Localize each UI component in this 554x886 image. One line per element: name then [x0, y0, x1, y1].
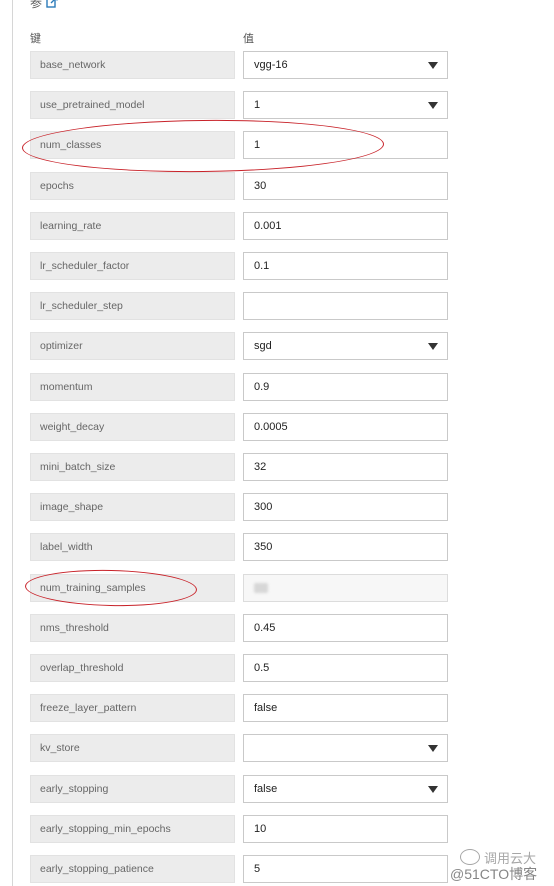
param-key-label: use_pretrained_model: [30, 91, 235, 119]
param-value-input[interactable]: false: [243, 694, 448, 722]
param-key-label: image_shape: [30, 493, 235, 521]
param-row: base_network vgg-16: [30, 51, 450, 81]
caret-down-icon: [428, 62, 438, 69]
param-value-input[interactable]: 5: [243, 855, 448, 883]
param-row: weight_decay 0.0005: [30, 413, 450, 443]
watermark-bottom-text: @51CTO博客: [450, 866, 538, 882]
param-value-input[interactable]: 10: [243, 815, 448, 843]
param-row: epochs 30: [30, 172, 450, 202]
section-title: 参: [30, 0, 58, 10]
param-key-label: label_width: [30, 533, 235, 561]
select-value-text: 1: [254, 99, 261, 111]
param-value-input[interactable]: [243, 292, 448, 320]
caret-down-icon: [428, 786, 438, 793]
param-row: num_classes 1: [30, 131, 450, 161]
param-row: freeze_layer_pattern false: [30, 694, 450, 724]
param-key-label: epochs: [30, 172, 235, 200]
wechat-icon: [460, 849, 480, 865]
param-value-input[interactable]: 0.5: [243, 654, 448, 682]
left-divider: [12, 0, 13, 886]
param-row: overlap_threshold 0.5: [30, 654, 450, 684]
param-row: kv_store: [30, 734, 450, 764]
param-row: early_stopping_min_epochs 10: [30, 815, 450, 845]
select-value-text: vgg-16: [254, 59, 288, 71]
param-value-input[interactable]: 0.45: [243, 614, 448, 642]
edit-external-icon[interactable]: [46, 0, 58, 8]
param-key-label: lr_scheduler_factor: [30, 252, 235, 280]
param-row: use_pretrained_model 1: [30, 91, 450, 121]
section-title-text: 参: [30, 0, 43, 10]
param-key-label: overlap_threshold: [30, 654, 235, 682]
redacted-value-blur: [254, 583, 268, 593]
param-value-select[interactable]: 1: [243, 91, 448, 119]
select-value-text: false: [254, 783, 278, 795]
param-row: image_shape 300: [30, 493, 450, 523]
param-key-label: num_training_samples: [30, 574, 235, 602]
param-value-input[interactable]: 32: [243, 453, 448, 481]
param-value-input[interactable]: 350: [243, 533, 448, 561]
hyperparameters-panel: 参 键 值 base_network vgg-16 use_pretrained_m…: [0, 0, 554, 886]
param-value-select[interactable]: [243, 734, 448, 762]
param-value-input[interactable]: 0.1: [243, 252, 448, 280]
param-key-label: early_stopping: [30, 775, 235, 803]
param-value-input[interactable]: 30: [243, 172, 448, 200]
param-value-input[interactable]: 0.0005: [243, 413, 448, 441]
watermark: 调用云大 @51CTO博客: [450, 848, 554, 886]
param-row: num_training_samples: [30, 574, 450, 604]
param-row: mini_batch_size 32: [30, 453, 450, 483]
param-row: optimizer sgd: [30, 332, 450, 362]
param-value-input[interactable]: 1: [243, 131, 448, 159]
param-value-input-redacted[interactable]: [243, 574, 448, 602]
param-key-label: optimizer: [30, 332, 235, 360]
param-key-label: mini_batch_size: [30, 453, 235, 481]
param-key-label: freeze_layer_pattern: [30, 694, 235, 722]
param-row: early_stopping false: [30, 775, 450, 805]
param-value-select[interactable]: vgg-16: [243, 51, 448, 79]
param-key-label: kv_store: [30, 734, 235, 762]
param-row: lr_scheduler_factor 0.1: [30, 252, 450, 282]
param-value-input[interactable]: 0.9: [243, 373, 448, 401]
value-column-header: 值: [243, 33, 254, 45]
param-row: lr_scheduler_step: [30, 292, 450, 322]
caret-down-icon: [428, 102, 438, 109]
param-value-input[interactable]: 0.001: [243, 212, 448, 240]
key-column-header: 键: [30, 33, 41, 45]
param-key-label: weight_decay: [30, 413, 235, 441]
param-row: momentum 0.9: [30, 373, 450, 403]
param-row: learning_rate 0.001: [30, 212, 450, 242]
param-row: nms_threshold 0.45: [30, 614, 450, 644]
caret-down-icon: [428, 745, 438, 752]
param-key-label: num_classes: [30, 131, 235, 159]
param-key-label: lr_scheduler_step: [30, 292, 235, 320]
caret-down-icon: [428, 343, 438, 350]
param-key-label: early_stopping_min_epochs: [30, 815, 235, 843]
param-key-label: early_stopping_patience: [30, 855, 235, 883]
param-key-label: base_network: [30, 51, 235, 79]
param-value-input[interactable]: 300: [243, 493, 448, 521]
param-key-label: learning_rate: [30, 212, 235, 240]
param-value-select[interactable]: sgd: [243, 332, 448, 360]
select-value-text: sgd: [254, 340, 272, 352]
param-value-select[interactable]: false: [243, 775, 448, 803]
param-key-label: nms_threshold: [30, 614, 235, 642]
param-row: early_stopping_patience 5: [30, 855, 450, 885]
param-row: label_width 350: [30, 533, 450, 563]
param-key-label: momentum: [30, 373, 235, 401]
